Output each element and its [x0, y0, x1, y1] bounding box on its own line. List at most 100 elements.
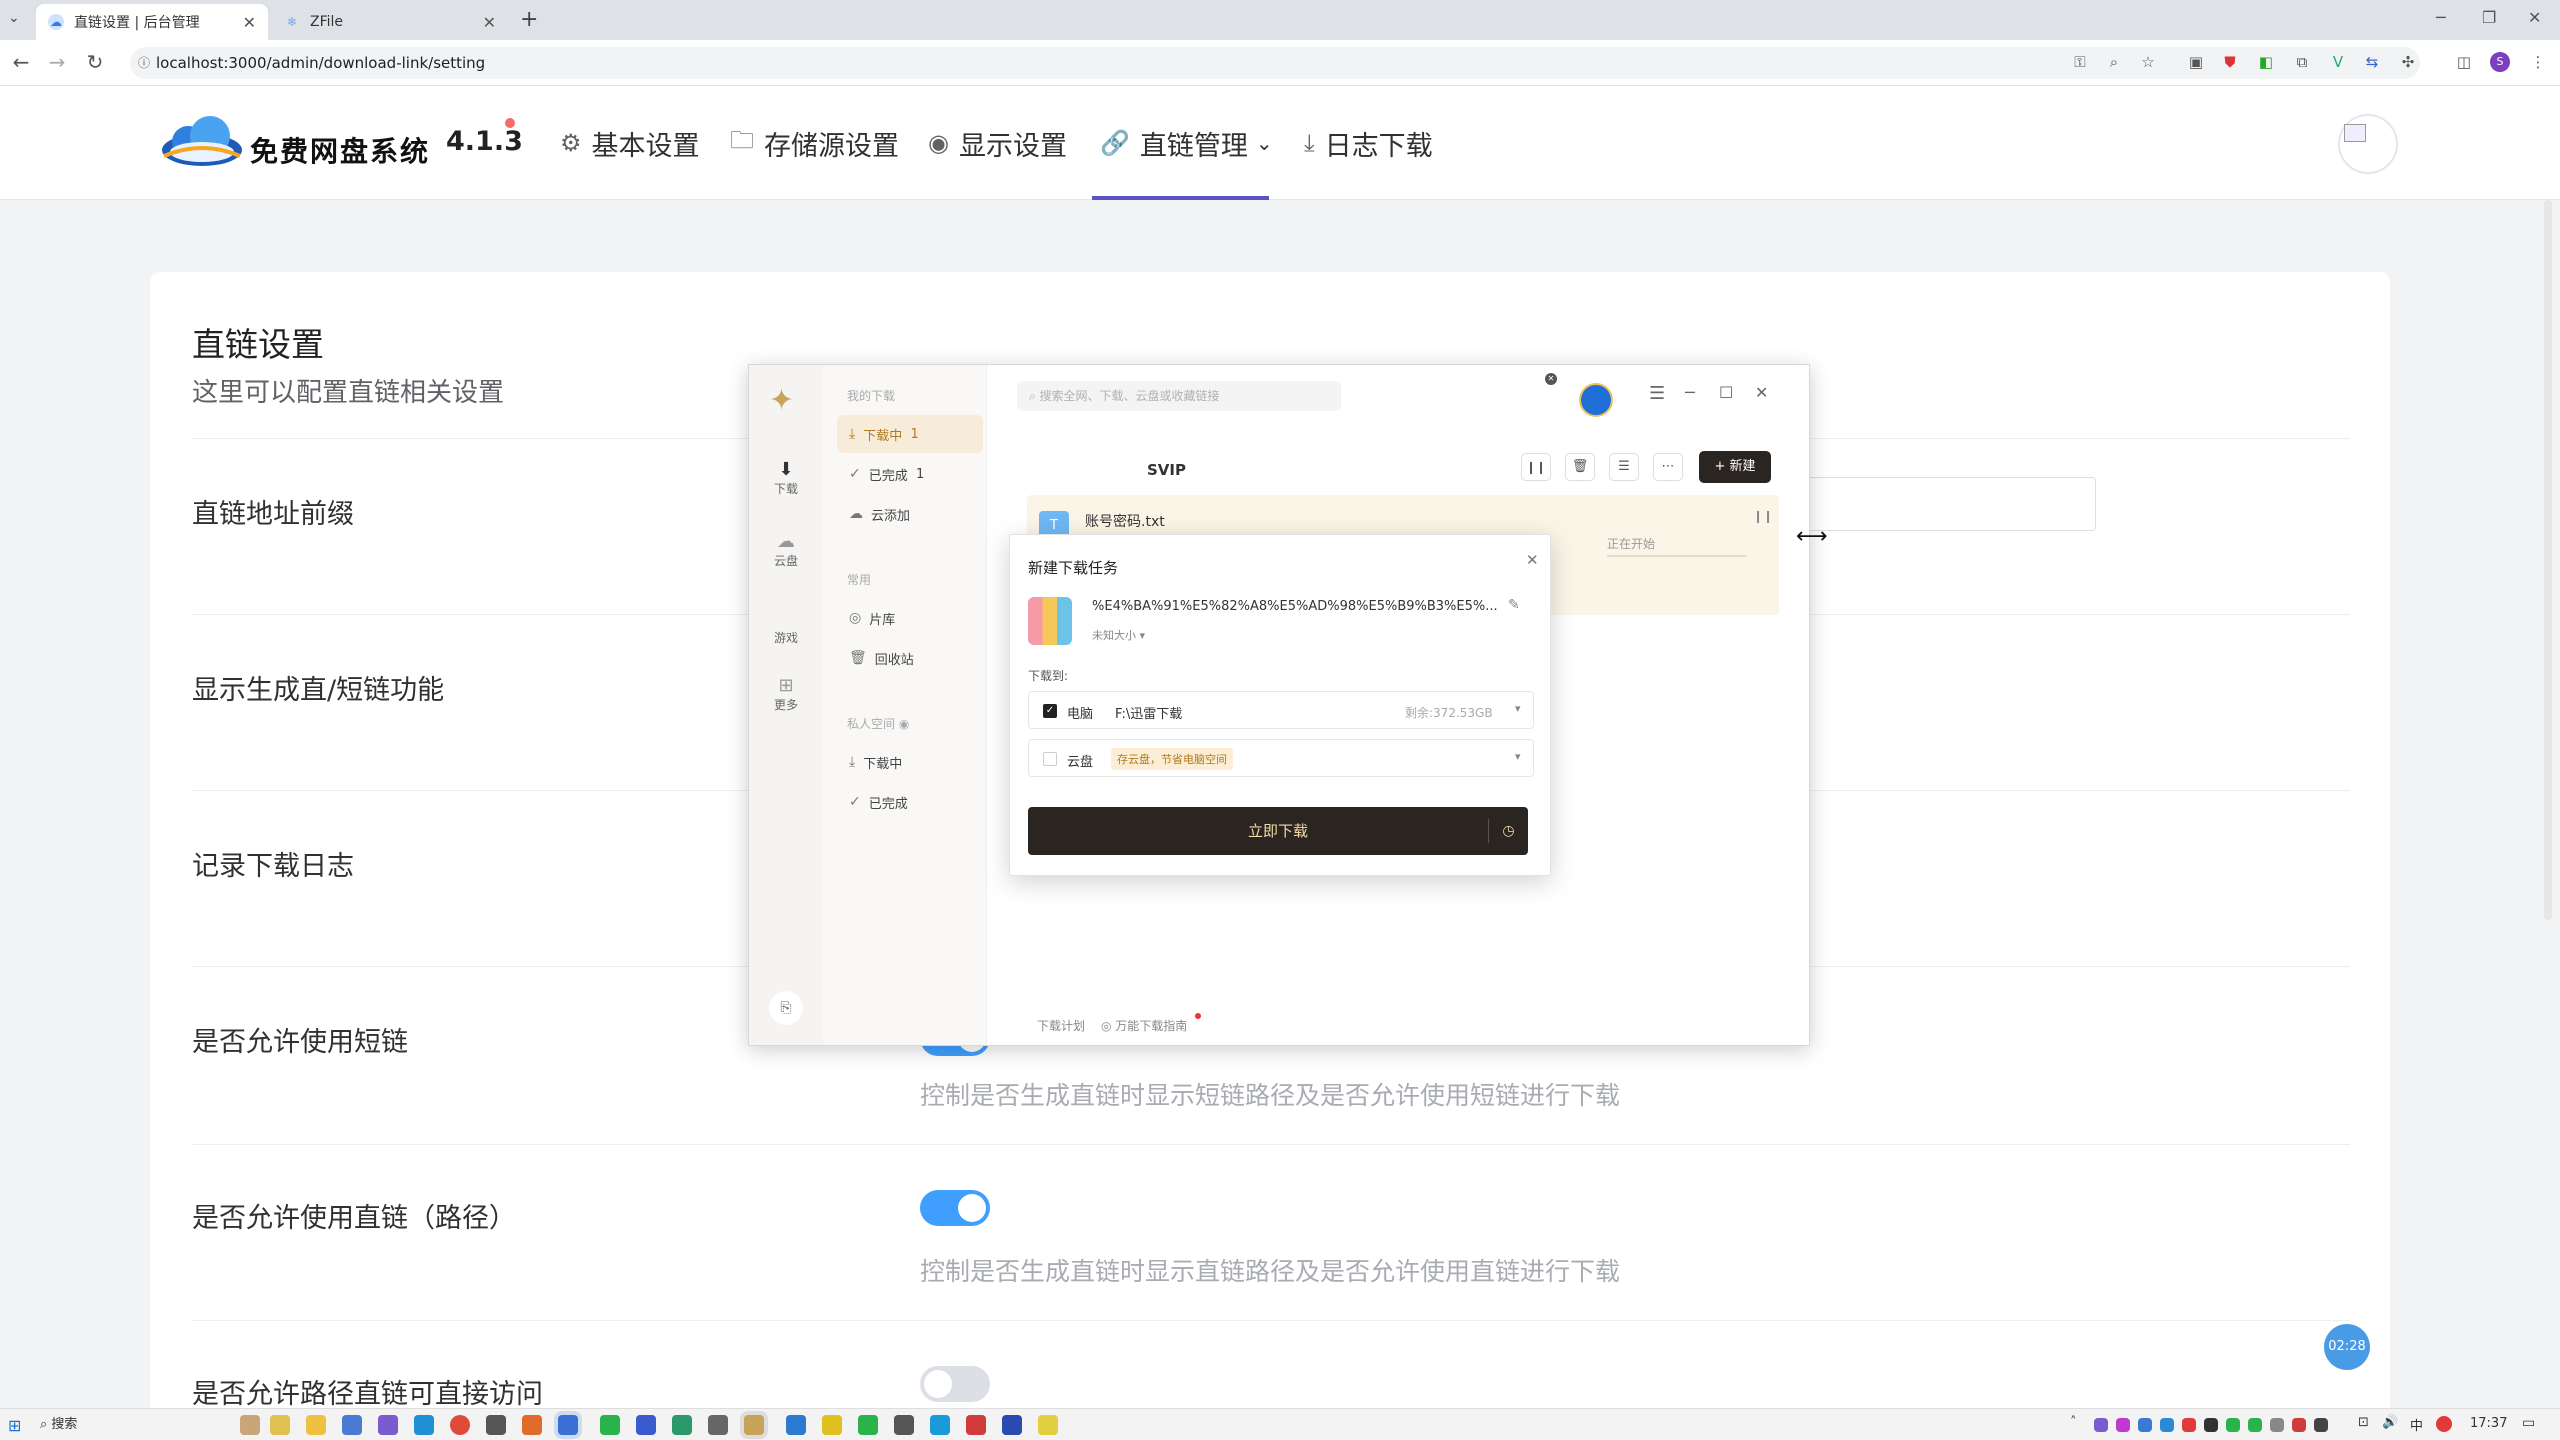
pause-all-button[interactable]: ❙❙	[1521, 453, 1551, 481]
tray-icon[interactable]	[2204, 1418, 2218, 1432]
taskbar-app-icon[interactable]	[558, 1415, 578, 1435]
window-minimize-icon[interactable]: ─	[2436, 8, 2446, 27]
window-close-icon[interactable]: ✕	[2528, 8, 2541, 27]
taskbar-wechat-icon[interactable]	[600, 1415, 620, 1435]
notification-center-icon[interactable]: ▭	[2522, 1415, 2535, 1431]
download-now-button[interactable]: 立即下载 ◷	[1028, 807, 1528, 855]
password-key-icon[interactable]: ⚿	[2070, 52, 2090, 72]
thunder-menu-icon[interactable]: ☰	[1649, 383, 1665, 404]
sidebar-item-recycle[interactable]: 🗑 回收站	[837, 639, 983, 677]
feedback-icon[interactable]: ⎘	[769, 991, 803, 1025]
nav-storage-settings[interactable]: 🗀 存储源设置	[730, 86, 899, 200]
thunder-search-input[interactable]: ⌕ 搜索全网、下载、云盘或收藏链接	[1017, 381, 1341, 411]
extensions-puzzle-icon[interactable]: ✣	[2398, 52, 2418, 72]
plan-link[interactable]: 下载计划	[1037, 1017, 1085, 1034]
taskbar-app-icon[interactable]	[1038, 1415, 1058, 1435]
edit-icon[interactable]: ✎	[1508, 597, 1520, 613]
tray-icon[interactable]	[2270, 1418, 2284, 1432]
guide-link[interactable]: ◎ 万能下载指南	[1101, 1017, 1187, 1034]
rail-download[interactable]: ⬇ 下载	[749, 459, 823, 497]
browser-menu-icon[interactable]: ⋮	[2528, 52, 2548, 72]
extension-copy-icon[interactable]: ⧉	[2292, 52, 2312, 72]
tab-close-icon[interactable]: ✕	[483, 13, 496, 32]
user-avatar[interactable]	[2338, 114, 2398, 174]
direct-link-toggle[interactable]	[920, 1190, 990, 1226]
tray-icon[interactable]	[2182, 1418, 2196, 1432]
reload-icon[interactable]: ↻	[82, 50, 108, 74]
taskbar-app-icon[interactable]	[486, 1415, 506, 1435]
sidebar-item-downloading[interactable]: ⤓ 下载中 1	[837, 415, 983, 453]
extension-camera-icon[interactable]: ▣	[2186, 52, 2206, 72]
notification-icon[interactable]: ✕	[1545, 373, 1557, 385]
taskbar-app-icon[interactable]	[894, 1415, 914, 1435]
taskbar-app-icon[interactable]	[522, 1415, 542, 1435]
side-panel-icon[interactable]: ◫	[2454, 52, 2474, 72]
taskbar-app-icon[interactable]	[708, 1415, 728, 1435]
zoom-icon[interactable]: ⌕	[2104, 52, 2124, 72]
size-dropdown[interactable]: 未知大小 ▾	[1092, 627, 1145, 643]
rail-cloud[interactable]: ☁ 云盘	[749, 531, 823, 569]
taskbar-clock[interactable]: 17:37	[2470, 1416, 2507, 1431]
taskbar-search-box[interactable]: ⌕ 搜索	[40, 1412, 240, 1438]
task-pause-icon[interactable]: ❙❙	[1753, 509, 1773, 523]
taskbar-app-icon[interactable]	[930, 1415, 950, 1435]
extension-shield-icon[interactable]: ⛊	[2220, 52, 2240, 72]
taskbar-app-icon[interactable]	[1002, 1415, 1022, 1435]
rail-games[interactable]: 游戏	[749, 629, 823, 646]
taskbar-app-icon[interactable]	[672, 1415, 692, 1435]
tray-icon[interactable]	[2436, 1416, 2452, 1432]
thunder-avatar[interactable]	[1579, 383, 1613, 417]
taskbar-app-icon[interactable]	[858, 1415, 878, 1435]
new-task-button[interactable]: + 新建	[1699, 451, 1771, 483]
tray-icon[interactable]	[2226, 1418, 2240, 1432]
taskbar-app-icon[interactable]	[240, 1415, 260, 1435]
extension-translate-icon[interactable]: ⇆	[2362, 52, 2382, 72]
forward-icon[interactable]: →	[44, 50, 70, 74]
cloud-checkbox[interactable]	[1043, 752, 1057, 766]
taskbar-app-icon[interactable]	[786, 1415, 806, 1435]
sidebar-item-cloud-add[interactable]: ☁ 云添加	[837, 495, 983, 533]
schedule-clock-icon[interactable]: ◷	[1488, 819, 1528, 843]
back-icon[interactable]: ←	[8, 50, 34, 74]
tray-icon[interactable]	[2160, 1418, 2174, 1432]
tray-icon[interactable]	[2292, 1418, 2306, 1432]
taskbar-app-icon[interactable]	[966, 1415, 986, 1435]
profile-avatar-icon[interactable]: S	[2490, 52, 2510, 72]
taskbar-app-icon[interactable]	[342, 1415, 362, 1435]
extension-v-icon[interactable]: V	[2328, 52, 2348, 72]
start-windows-icon[interactable]: ⊞	[8, 1416, 21, 1435]
bookmark-star-icon[interactable]: ☆	[2138, 52, 2158, 72]
timer-badge[interactable]: 02:28	[2324, 1324, 2370, 1370]
sidebar-item-private-downloading[interactable]: ⤓ 下载中	[837, 743, 983, 781]
rail-more[interactable]: ⊞ 更多	[749, 675, 823, 713]
cloud-logo-icon[interactable]	[158, 116, 246, 168]
taskbar-explorer-icon[interactable]	[306, 1415, 326, 1435]
page-scrollbar[interactable]	[2544, 200, 2552, 920]
site-info-icon[interactable]: ⓘ	[138, 47, 150, 79]
tray-icon[interactable]	[2138, 1418, 2152, 1432]
tab-zfile[interactable]: ❄ ZFile ✕	[272, 4, 508, 40]
sidebar-item-private-completed[interactable]: ✓ 已完成	[837, 783, 983, 821]
taskbar-app-icon[interactable]	[270, 1415, 290, 1435]
sidebar-item-library[interactable]: ◎ 片库	[837, 599, 983, 637]
taskbar-chrome-icon[interactable]	[450, 1415, 470, 1435]
taskbar-app-icon[interactable]	[378, 1415, 398, 1435]
extension-green-icon[interactable]: ◧	[2256, 52, 2276, 72]
delete-button[interactable]: 🗑	[1565, 453, 1595, 481]
dest-pc-row[interactable]: ✓ 电脑 F:\迅雷下载 剩余:372.53GB ▾	[1028, 691, 1534, 729]
new-tab-button[interactable]: +	[520, 7, 538, 32]
more-button[interactable]: ⋯	[1653, 453, 1683, 481]
tray-network-icon[interactable]: ⊡	[2358, 1415, 2369, 1430]
nav-log-download[interactable]: ⤓ 日志下载	[1304, 86, 1433, 200]
tray-icon[interactable]	[2314, 1418, 2328, 1432]
sidebar-item-completed[interactable]: ✓ 已完成 1	[837, 455, 983, 493]
tab-close-icon[interactable]: ✕	[243, 13, 256, 32]
tray-icon[interactable]	[2094, 1418, 2108, 1432]
nav-direct-link-management[interactable]: 🔗 直链管理 ⌄	[1100, 86, 1273, 200]
tray-chevron-icon[interactable]: ˄	[2070, 1415, 2077, 1430]
tray-volume-icon[interactable]: 🔊	[2382, 1415, 2398, 1430]
dest-cloud-row[interactable]: 云盘 存云盘，节省电脑空间 ▾	[1028, 739, 1534, 777]
path-direct-access-toggle[interactable]	[920, 1366, 990, 1402]
window-restore-icon[interactable]: ❐	[2482, 8, 2496, 27]
thunder-close-icon[interactable]: ✕	[1755, 383, 1768, 402]
